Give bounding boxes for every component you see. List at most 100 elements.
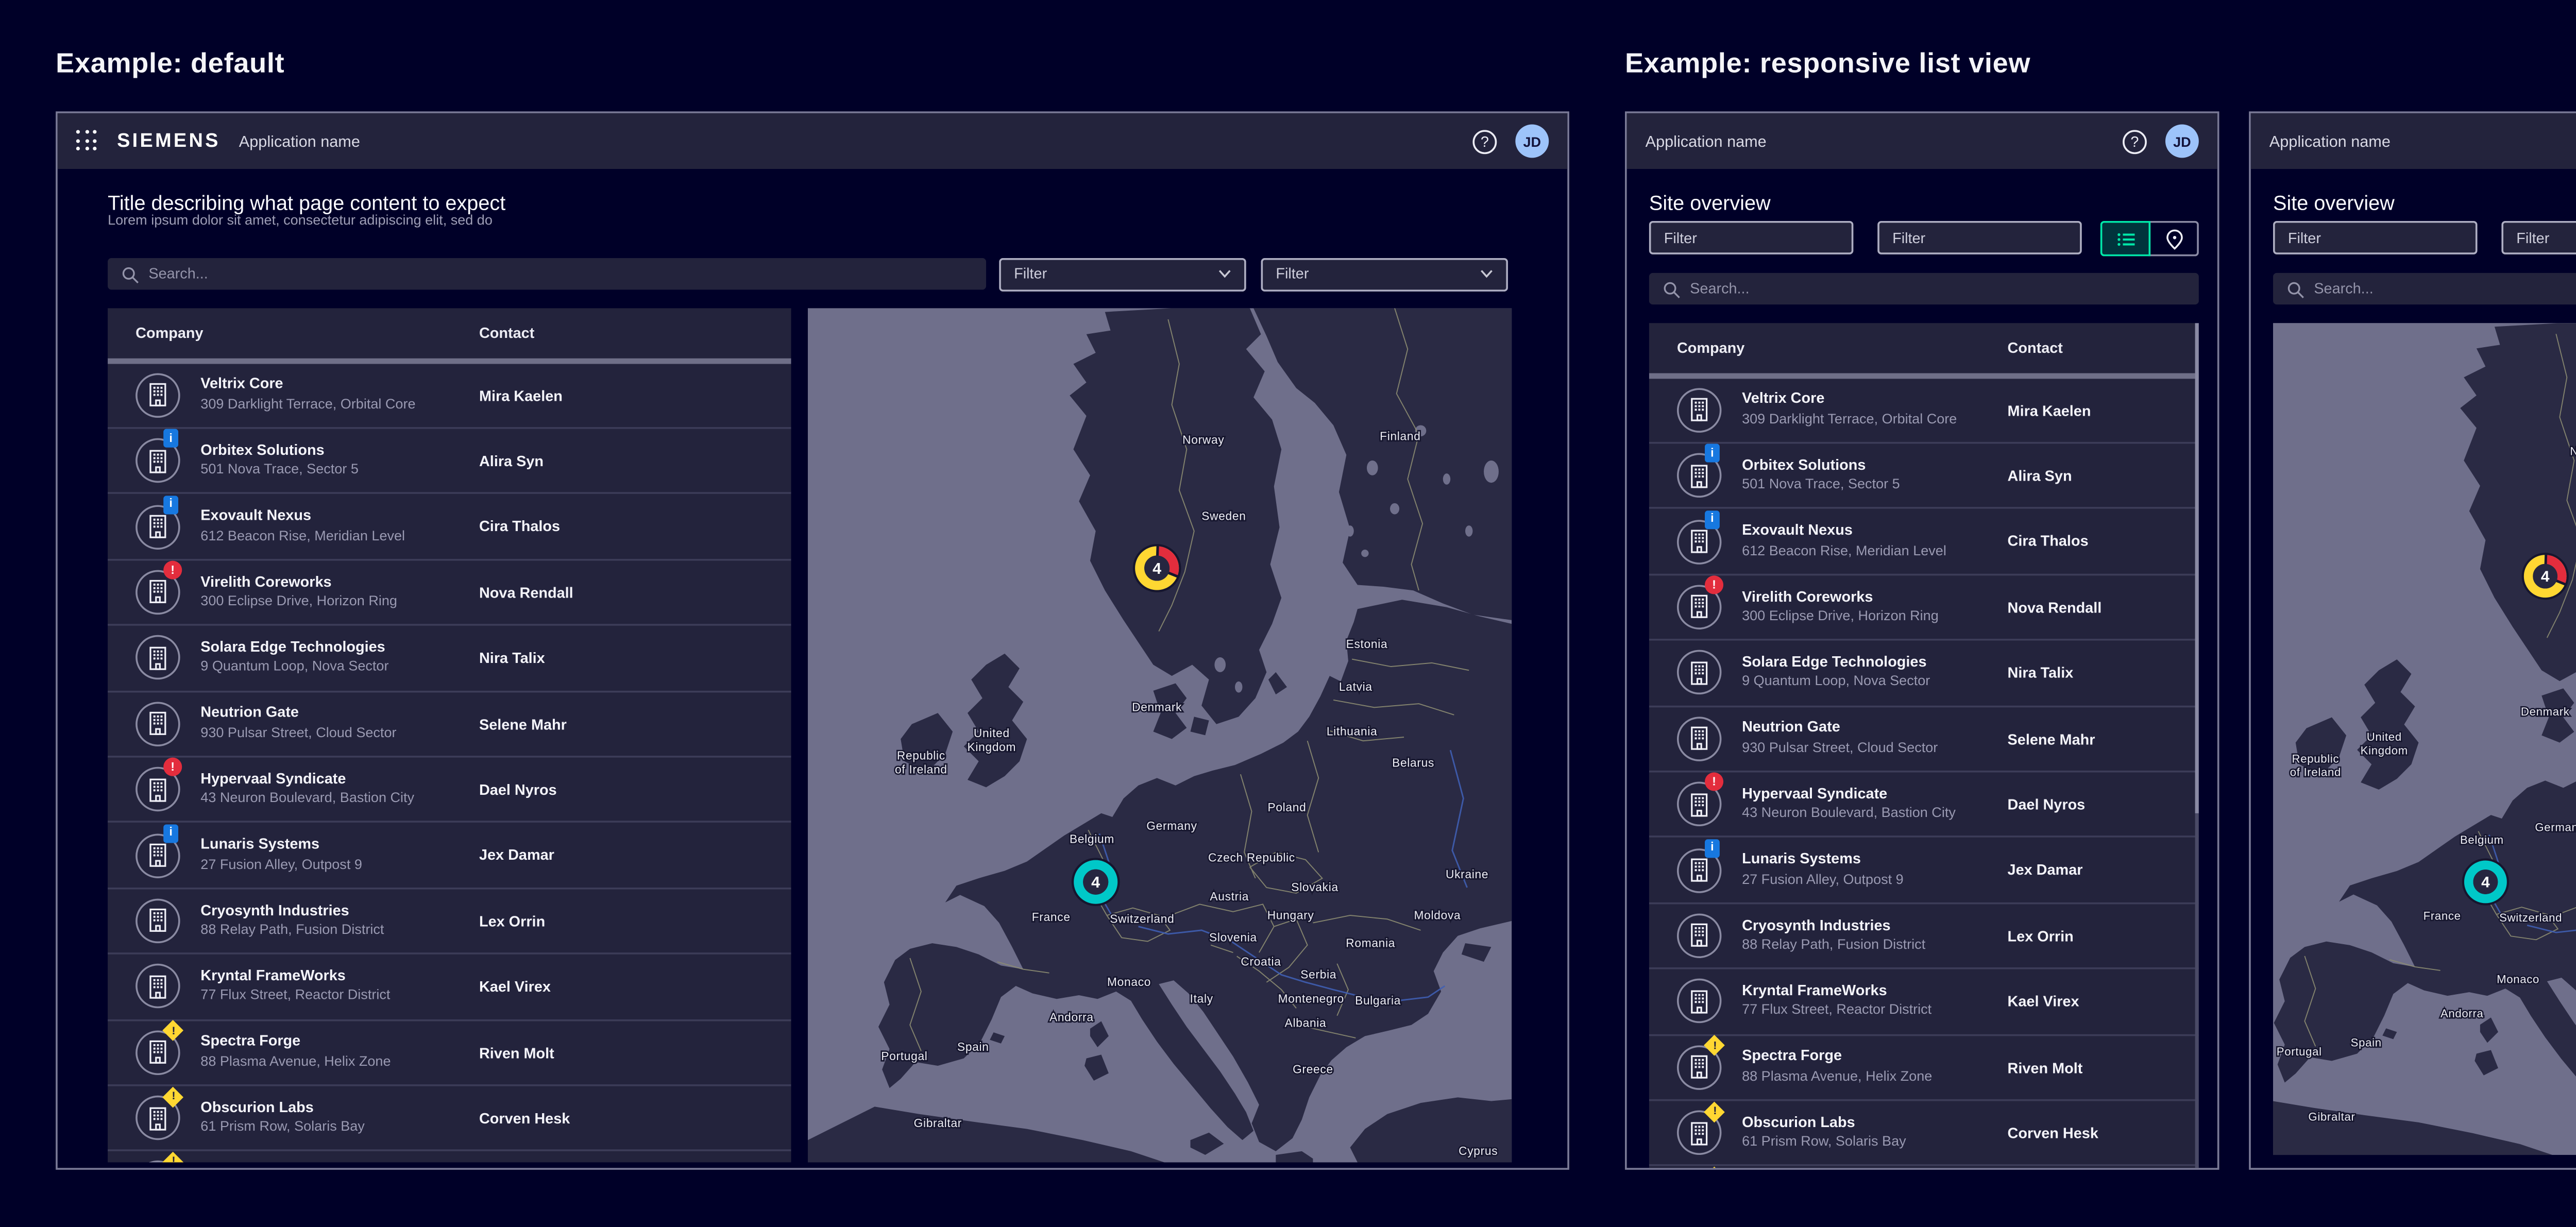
window-default: SIEMENS Application name ? JD Title desc… bbox=[56, 111, 1569, 1170]
filter-dropdown-2[interactable]: Filter bbox=[1261, 257, 1508, 291]
table-row[interactable]: ! bbox=[1649, 1167, 2199, 1168]
company-icon-circle bbox=[135, 702, 180, 746]
company-name: Hypervaal Syndicate bbox=[200, 770, 346, 787]
map-label: Bulgaria bbox=[1355, 994, 1401, 1007]
map-europe[interactable]: NorwayFinlandSwedenEstoniaLatviaDenmarkL… bbox=[808, 308, 1512, 1162]
table-row[interactable]: !Obscurion Labs61 Prism Row, Solaris Bay… bbox=[1649, 1101, 2199, 1167]
company-name: Veltrix Core bbox=[1742, 390, 1824, 407]
table-row[interactable]: i Lunaris Systems 27 Fusion Alley, Outpost… bbox=[1649, 838, 2199, 904]
column-contact[interactable]: Contact bbox=[479, 325, 534, 342]
column-contact[interactable]: Contact bbox=[2008, 340, 2063, 356]
table-row[interactable]: ! bbox=[108, 1152, 791, 1163]
table-row[interactable]: !Hypervaal Syndicate43 Neuron Boulevard,… bbox=[1649, 772, 2199, 838]
application-name: Application name bbox=[2269, 132, 2391, 150]
map-cluster-marker[interactable]: 4 bbox=[2522, 553, 2569, 600]
map-cluster-marker[interactable]: 4 bbox=[2462, 858, 2509, 905]
column-company[interactable]: Company bbox=[1677, 340, 1744, 356]
table-row[interactable]: Cryosynth Industries88 Relay Path, Fusio… bbox=[1649, 904, 2199, 969]
company-address: 930 Pulsar Street, Cloud Sector bbox=[1742, 739, 1938, 755]
table-row[interactable]: !Obscurion Labs61 Prism Row, Solaris Bay… bbox=[108, 1086, 791, 1152]
table-row[interactable]: Neutrion Gate930 Pulsar Street, Cloud Se… bbox=[108, 692, 791, 758]
table-row[interactable]: Kryntal FrameWorks77 Flux Street, Reacto… bbox=[108, 955, 791, 1020]
table-row[interactable]: !Spectra Forge88 Plasma Avenue, Helix Zo… bbox=[108, 1020, 791, 1086]
table-row[interactable]: Kryntal FrameWorks77 Flux Street, Reacto… bbox=[1649, 969, 2199, 1035]
table-row[interactable]: Veltrix Core309 Darklight Terrace, Orbit… bbox=[108, 363, 791, 429]
table-row[interactable]: Solara Edge Technologies9 Quantum Loop, … bbox=[1649, 641, 2199, 707]
window-responsive-map: Application name ? JD Site overview Filt… bbox=[2249, 111, 2576, 1170]
info-badge-icon: i bbox=[1705, 839, 1720, 858]
page-title: Site overview bbox=[2273, 194, 2395, 216]
info-badge-icon: i bbox=[1705, 510, 1720, 529]
list-view-button[interactable] bbox=[2100, 221, 2150, 256]
search-input[interactable]: Search... bbox=[108, 258, 986, 289]
contact-name: Corven Hesk bbox=[479, 1110, 570, 1127]
table-scrollbar[interactable] bbox=[2194, 323, 2199, 1168]
table-row[interactable]: iExovault Nexus612 Beacon Rise, Meridian… bbox=[1649, 509, 2199, 575]
company-name: Lunaris Systems bbox=[1742, 850, 1861, 867]
table-row[interactable]: Cryosynth Industries88 Relay Path, Fusio… bbox=[108, 889, 791, 955]
contact-name: Dael Nyros bbox=[479, 781, 557, 798]
map-label: Austria bbox=[1210, 890, 1249, 903]
table-row[interactable]: Neutrion Gate930 Pulsar Street, Cloud Se… bbox=[1649, 707, 2199, 773]
screenshot-root: Example: default Example: responsive lis… bbox=[0, 0, 2576, 1227]
filter-input-1[interactable]: Filter bbox=[2273, 221, 2478, 254]
user-avatar[interactable]: JD bbox=[2165, 125, 2199, 158]
company-address: 27 Fusion Alley, Outpost 9 bbox=[1742, 870, 1904, 887]
column-company[interactable]: Company bbox=[135, 325, 203, 342]
contact-name: Riven Molt bbox=[479, 1045, 554, 1061]
table-row[interactable]: iExovault Nexus612 Beacon Rise, Meridian… bbox=[108, 495, 791, 560]
search-placeholder: Search... bbox=[2314, 280, 2373, 297]
table-row[interactable]: Solara Edge Technologies9 Quantum Loop, … bbox=[108, 626, 791, 692]
company-icon-circle bbox=[1677, 388, 1722, 433]
building-icon bbox=[1690, 990, 1708, 1014]
table-row[interactable]: !Virelith Coreworks300 Eclipse Drive, Ho… bbox=[1649, 575, 2199, 641]
search-input[interactable]: Search... bbox=[2273, 273, 2576, 304]
building-icon bbox=[148, 580, 167, 604]
company-name: Hypervaal Syndicate bbox=[1742, 785, 1887, 802]
building-icon bbox=[1690, 1121, 1708, 1145]
search-input[interactable]: Search... bbox=[1649, 273, 2199, 304]
example-responsive-heading: Example: responsive list view bbox=[1625, 48, 2030, 80]
company-name: Spectra Forge bbox=[200, 1033, 300, 1049]
building-icon bbox=[148, 1040, 167, 1064]
help-icon[interactable]: ? bbox=[1472, 129, 1497, 154]
table-row[interactable]: iLunaris Systems27 Fusion Alley, Outpost… bbox=[108, 823, 791, 889]
table-header: Company Contact bbox=[108, 308, 791, 358]
table-row[interactable]: iOrbitex Solutions501 Nova Trace, Sector… bbox=[108, 429, 791, 495]
app-switcher-icon[interactable] bbox=[76, 130, 98, 152]
app-header: Application name ? JD bbox=[1627, 113, 2217, 169]
filter-input-1[interactable]: Filter bbox=[1649, 221, 1854, 254]
company-name: Obscurion Labs bbox=[1742, 1114, 1855, 1130]
help-icon[interactable]: ? bbox=[2123, 129, 2147, 154]
filter-input-2[interactable]: Filter bbox=[1877, 221, 2082, 254]
user-avatar[interactable]: JD bbox=[1515, 125, 1549, 158]
contact-name: Nova Rendall bbox=[479, 585, 573, 601]
company-address: 309 Darklight Terrace, Orbital Core bbox=[1742, 410, 1957, 427]
filter-input-2[interactable]: Filter bbox=[2501, 221, 2576, 254]
map-europe[interactable]: NorwayFinlandSwedenEstoniaLatviaDenmarkL… bbox=[2273, 323, 2576, 1155]
map-cluster-marker[interactable]: 4 bbox=[1133, 544, 1181, 592]
info-badge-icon: i bbox=[163, 496, 178, 514]
contact-name: Dael Nyros bbox=[2008, 796, 2086, 813]
building-icon bbox=[148, 383, 167, 407]
page-title: Site overview bbox=[1649, 194, 1771, 216]
company-name: Cryosynth Industries bbox=[1742, 916, 1890, 933]
table-row[interactable]: Veltrix Core 309 Darklight Terrace, Orbit… bbox=[1649, 378, 2199, 444]
company-address: 88 Relay Path, Fusion District bbox=[200, 921, 384, 938]
building-icon bbox=[1690, 924, 1708, 948]
contact-name: Mira Kaelen bbox=[479, 387, 563, 404]
table-row[interactable]: !Virelith Coreworks300 Eclipse Drive, Ho… bbox=[108, 560, 791, 626]
filter-dropdown-1[interactable]: Filter bbox=[999, 257, 1246, 291]
map-label: Andorra bbox=[1049, 1011, 1094, 1024]
table-row[interactable]: iOrbitex Solutions501 Nova Trace, Sector… bbox=[1649, 444, 2199, 509]
building-icon bbox=[148, 515, 167, 539]
table-row[interactable]: !Spectra Forge88 Plasma Avenue, Helix Zo… bbox=[1649, 1035, 2199, 1101]
contact-name: Riven Molt bbox=[2008, 1059, 2083, 1076]
map-cluster-marker[interactable]: 4 bbox=[1072, 858, 1120, 906]
map-label: Cyprus bbox=[1459, 1144, 1498, 1157]
map-view-button[interactable] bbox=[2149, 221, 2199, 256]
company-table: Company Contact Veltrix Core309 Darkligh… bbox=[108, 308, 791, 1162]
map-label: Serbia bbox=[1300, 968, 1336, 981]
table-row[interactable]: !Hypervaal Syndicate43 Neuron Boulevard,… bbox=[108, 757, 791, 823]
map-label: Denmark bbox=[2521, 705, 2570, 718]
